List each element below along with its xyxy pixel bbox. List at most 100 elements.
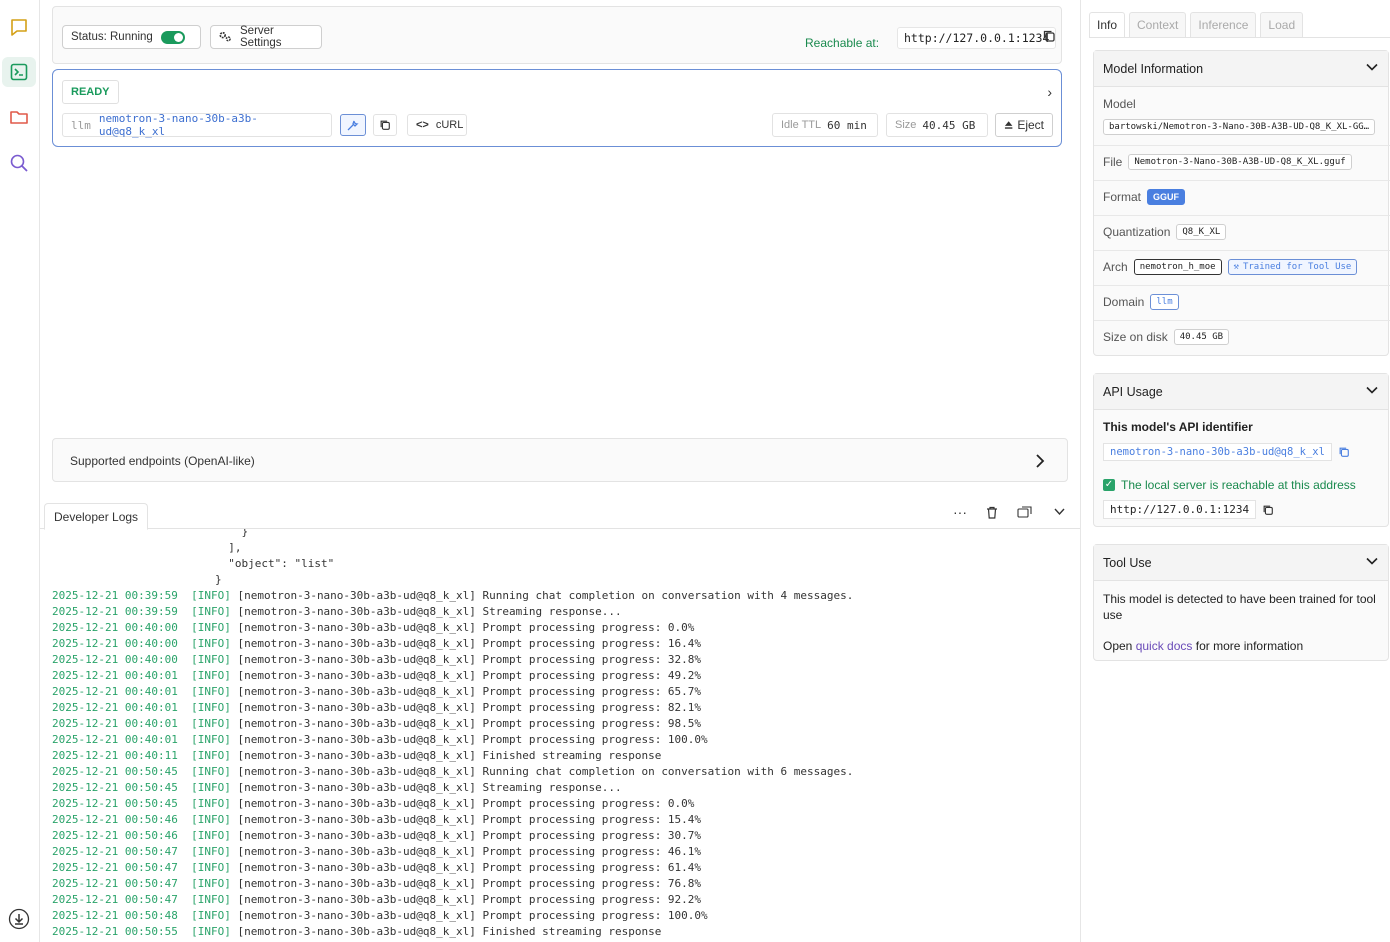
chevron-down-icon[interactable]: [1054, 508, 1065, 516]
popout-window-icon[interactable]: [1017, 506, 1032, 518]
reachable-url[interactable]: http://127.0.0.1:1234: [897, 27, 1057, 49]
log-level: [INFO]: [191, 605, 231, 618]
copy-icon: [1043, 30, 1055, 42]
section-title: Model Information: [1103, 62, 1204, 76]
log-timestamp: 2025-12-21 00:50:46: [52, 829, 178, 842]
log-timestamp: 2025-12-21 00:50:47: [52, 877, 178, 890]
idle-ttl-chip[interactable]: Idle TTL 60 min: [772, 113, 878, 137]
model-information-section: Model Information Model bartowski/Nemotr…: [1093, 50, 1390, 356]
log-timestamp: 2025-12-21 00:50:46: [52, 813, 178, 826]
log-line: 2025-12-21 00:50:47 [INFO] [nemotron-3-n…: [52, 860, 1072, 876]
section-title: API Usage: [1103, 385, 1163, 399]
model-identifier-chip[interactable]: llm nemotron-3-nano-30b-a3b-ud@q8_k_xl: [62, 112, 332, 138]
log-message: [nemotron-3-nano-30b-a3b-ud@q8_k_xl] Str…: [237, 781, 622, 794]
file-value: Nemotron-3-Nano-30B-A3B-UD-Q8_K_XL.gguf: [1128, 154, 1352, 170]
quick-docs-link[interactable]: quick docs: [1136, 639, 1193, 653]
chevron-right-icon[interactable]: ›: [1047, 84, 1052, 100]
tool-use-badge-button[interactable]: [340, 114, 366, 136]
log-message: [nemotron-3-nano-30b-a3b-ud@q8_k_xl] Pro…: [237, 893, 702, 906]
quick-docs-row: Open quick docs for more information: [1103, 639, 1303, 653]
loaded-model-card[interactable]: READY › llm nemotron-3-nano-30b-a3b-ud@q…: [52, 69, 1062, 147]
reachable-label: Reachable at:: [805, 36, 880, 50]
log-level: [INFO]: [191, 685, 231, 698]
size-on-disk-row: Size on disk 40.45 GB: [1103, 329, 1230, 345]
log-line: 2025-12-21 00:40:00 [INFO] [nemotron-3-n…: [52, 652, 1072, 668]
log-level: [INFO]: [191, 733, 231, 746]
domain-label: Domain: [1103, 295, 1145, 309]
api-identifier[interactable]: nemotron-3-nano-30b-a3b-ud@q8_k_xl: [1103, 443, 1332, 461]
eject-label: Eject: [1017, 118, 1044, 132]
log-message: [nemotron-3-nano-30b-a3b-ud@q8_k_xl] Pro…: [237, 653, 702, 666]
log-line: 2025-12-21 00:50:45 [INFO] [nemotron-3-n…: [52, 780, 1072, 796]
my-models-nav-button[interactable]: [2, 102, 36, 132]
log-line: 2025-12-21 00:40:01 [INFO] [nemotron-3-n…: [52, 716, 1072, 732]
copy-icon[interactable]: [1262, 504, 1274, 516]
downloads-nav-button[interactable]: [2, 904, 36, 934]
model-information-header[interactable]: Model Information: [1094, 51, 1388, 87]
log-level: [INFO]: [191, 669, 231, 682]
log-message: [nemotron-3-nano-30b-a3b-ud@q8_k_xl] Run…: [237, 765, 854, 778]
api-usage-header[interactable]: API Usage: [1094, 374, 1388, 410]
file-row: File Nemotron-3-Nano-30B-A3B-UD-Q8_K_XL.…: [1103, 154, 1352, 170]
tab-context[interactable]: Context: [1129, 12, 1187, 38]
size-value: 40.45 GB: [922, 118, 976, 132]
tool-use-header[interactable]: Tool Use: [1094, 545, 1388, 581]
curl-button[interactable]: <> cURL: [407, 114, 467, 136]
model-row: Model: [1103, 97, 1136, 111]
eject-button[interactable]: Eject: [995, 113, 1053, 137]
reachable-note-row: ✓ The local server is reachable at this …: [1103, 478, 1356, 492]
model-value: bartowski/Nemotron-3-Nano-30B-A3B-UD-Q8_…: [1103, 119, 1376, 135]
tab-load[interactable]: Load: [1260, 12, 1304, 38]
log-message: [nemotron-3-nano-30b-a3b-ud@q8_k_xl] Pro…: [237, 797, 695, 810]
chat-nav-button[interactable]: [2, 12, 36, 42]
log-message: [nemotron-3-nano-30b-a3b-ud@q8_k_xl] Str…: [237, 605, 622, 618]
log-line: 2025-12-21 00:50:46 [INFO] [nemotron-3-n…: [52, 828, 1072, 844]
code-icon: <>: [416, 119, 429, 131]
status-toggle-switch[interactable]: [160, 30, 185, 44]
server-settings-button[interactable]: Server Settings: [210, 25, 322, 49]
tab-inference[interactable]: Inference: [1190, 12, 1257, 38]
copy-icon[interactable]: [1338, 446, 1350, 458]
log-timestamp: 2025-12-21 00:40:00: [52, 621, 178, 634]
log-timestamp: 2025-12-21 00:50:47: [52, 845, 178, 858]
copy-model-id-button[interactable]: [373, 114, 397, 136]
log-timestamp: 2025-12-21 00:40:01: [52, 717, 178, 730]
api-url[interactable]: http://127.0.0.1:1234: [1103, 500, 1257, 519]
tab-developer-logs[interactable]: Developer Logs: [44, 503, 149, 530]
quantization-row: Quantization Q8_K_XL: [1103, 224, 1227, 240]
log-message: [nemotron-3-nano-30b-a3b-ud@q8_k_xl] Pro…: [237, 717, 702, 730]
log-level: [INFO]: [191, 749, 231, 762]
discover-nav-button[interactable]: [2, 148, 36, 178]
domain-row: Domain llm: [1103, 294, 1179, 310]
log-level: [INFO]: [191, 653, 231, 666]
trained-for-tool-use-badge: ⚒ Trained for Tool Use: [1227, 259, 1358, 275]
arch-value: nemotron_h_moe: [1133, 259, 1222, 275]
format-row: Format GGUF: [1103, 189, 1186, 205]
developer-nav-button[interactable]: [2, 57, 36, 87]
developer-terminal-icon: [10, 63, 28, 81]
tab-info[interactable]: Info: [1089, 12, 1126, 38]
wrench-icon: ⚒: [1233, 262, 1239, 272]
log-timestamp: 2025-12-21 00:40:00: [52, 637, 178, 650]
log-timestamp: 2025-12-21 00:50:48: [52, 909, 178, 922]
quantization-value: Q8_K_XL: [1176, 224, 1227, 240]
log-message: [nemotron-3-nano-30b-a3b-ud@q8_k_xl] Pro…: [237, 701, 702, 714]
wrench-icon: [347, 120, 359, 130]
trash-icon[interactable]: [986, 506, 998, 519]
main-panel: Status: Running Server Settings Reachabl…: [40, 0, 1080, 942]
chevron-right-icon: [1036, 454, 1045, 468]
divider: [1094, 320, 1390, 321]
supported-endpoints-panel[interactable]: Supported endpoints (OpenAI-like): [52, 438, 1068, 482]
model-identifier: nemotron-3-nano-30b-a3b-ud@q8_k_xl: [98, 112, 258, 138]
log-message: [nemotron-3-nano-30b-a3b-ud@q8_k_xl] Pro…: [237, 637, 702, 650]
log-timestamp: 2025-12-21 00:39:59: [52, 605, 178, 618]
log-line: 2025-12-21 00:39:59 [INFO] [nemotron-3-n…: [52, 588, 1072, 604]
arch-row: Arch nemotron_h_moe ⚒ Trained for Tool U…: [1103, 259, 1358, 275]
log-timestamp: 2025-12-21 00:50:45: [52, 765, 178, 778]
log-line: 2025-12-21 00:40:01 [INFO] [nemotron-3-n…: [52, 684, 1072, 700]
tool-badge-label: Trained for Tool Use: [1242, 262, 1352, 272]
copy-url-button[interactable]: [1042, 29, 1056, 46]
chevron-down-icon: [1366, 386, 1378, 394]
server-status-toggle[interactable]: Status: Running: [62, 25, 201, 49]
more-options-icon[interactable]: ···: [953, 504, 967, 520]
